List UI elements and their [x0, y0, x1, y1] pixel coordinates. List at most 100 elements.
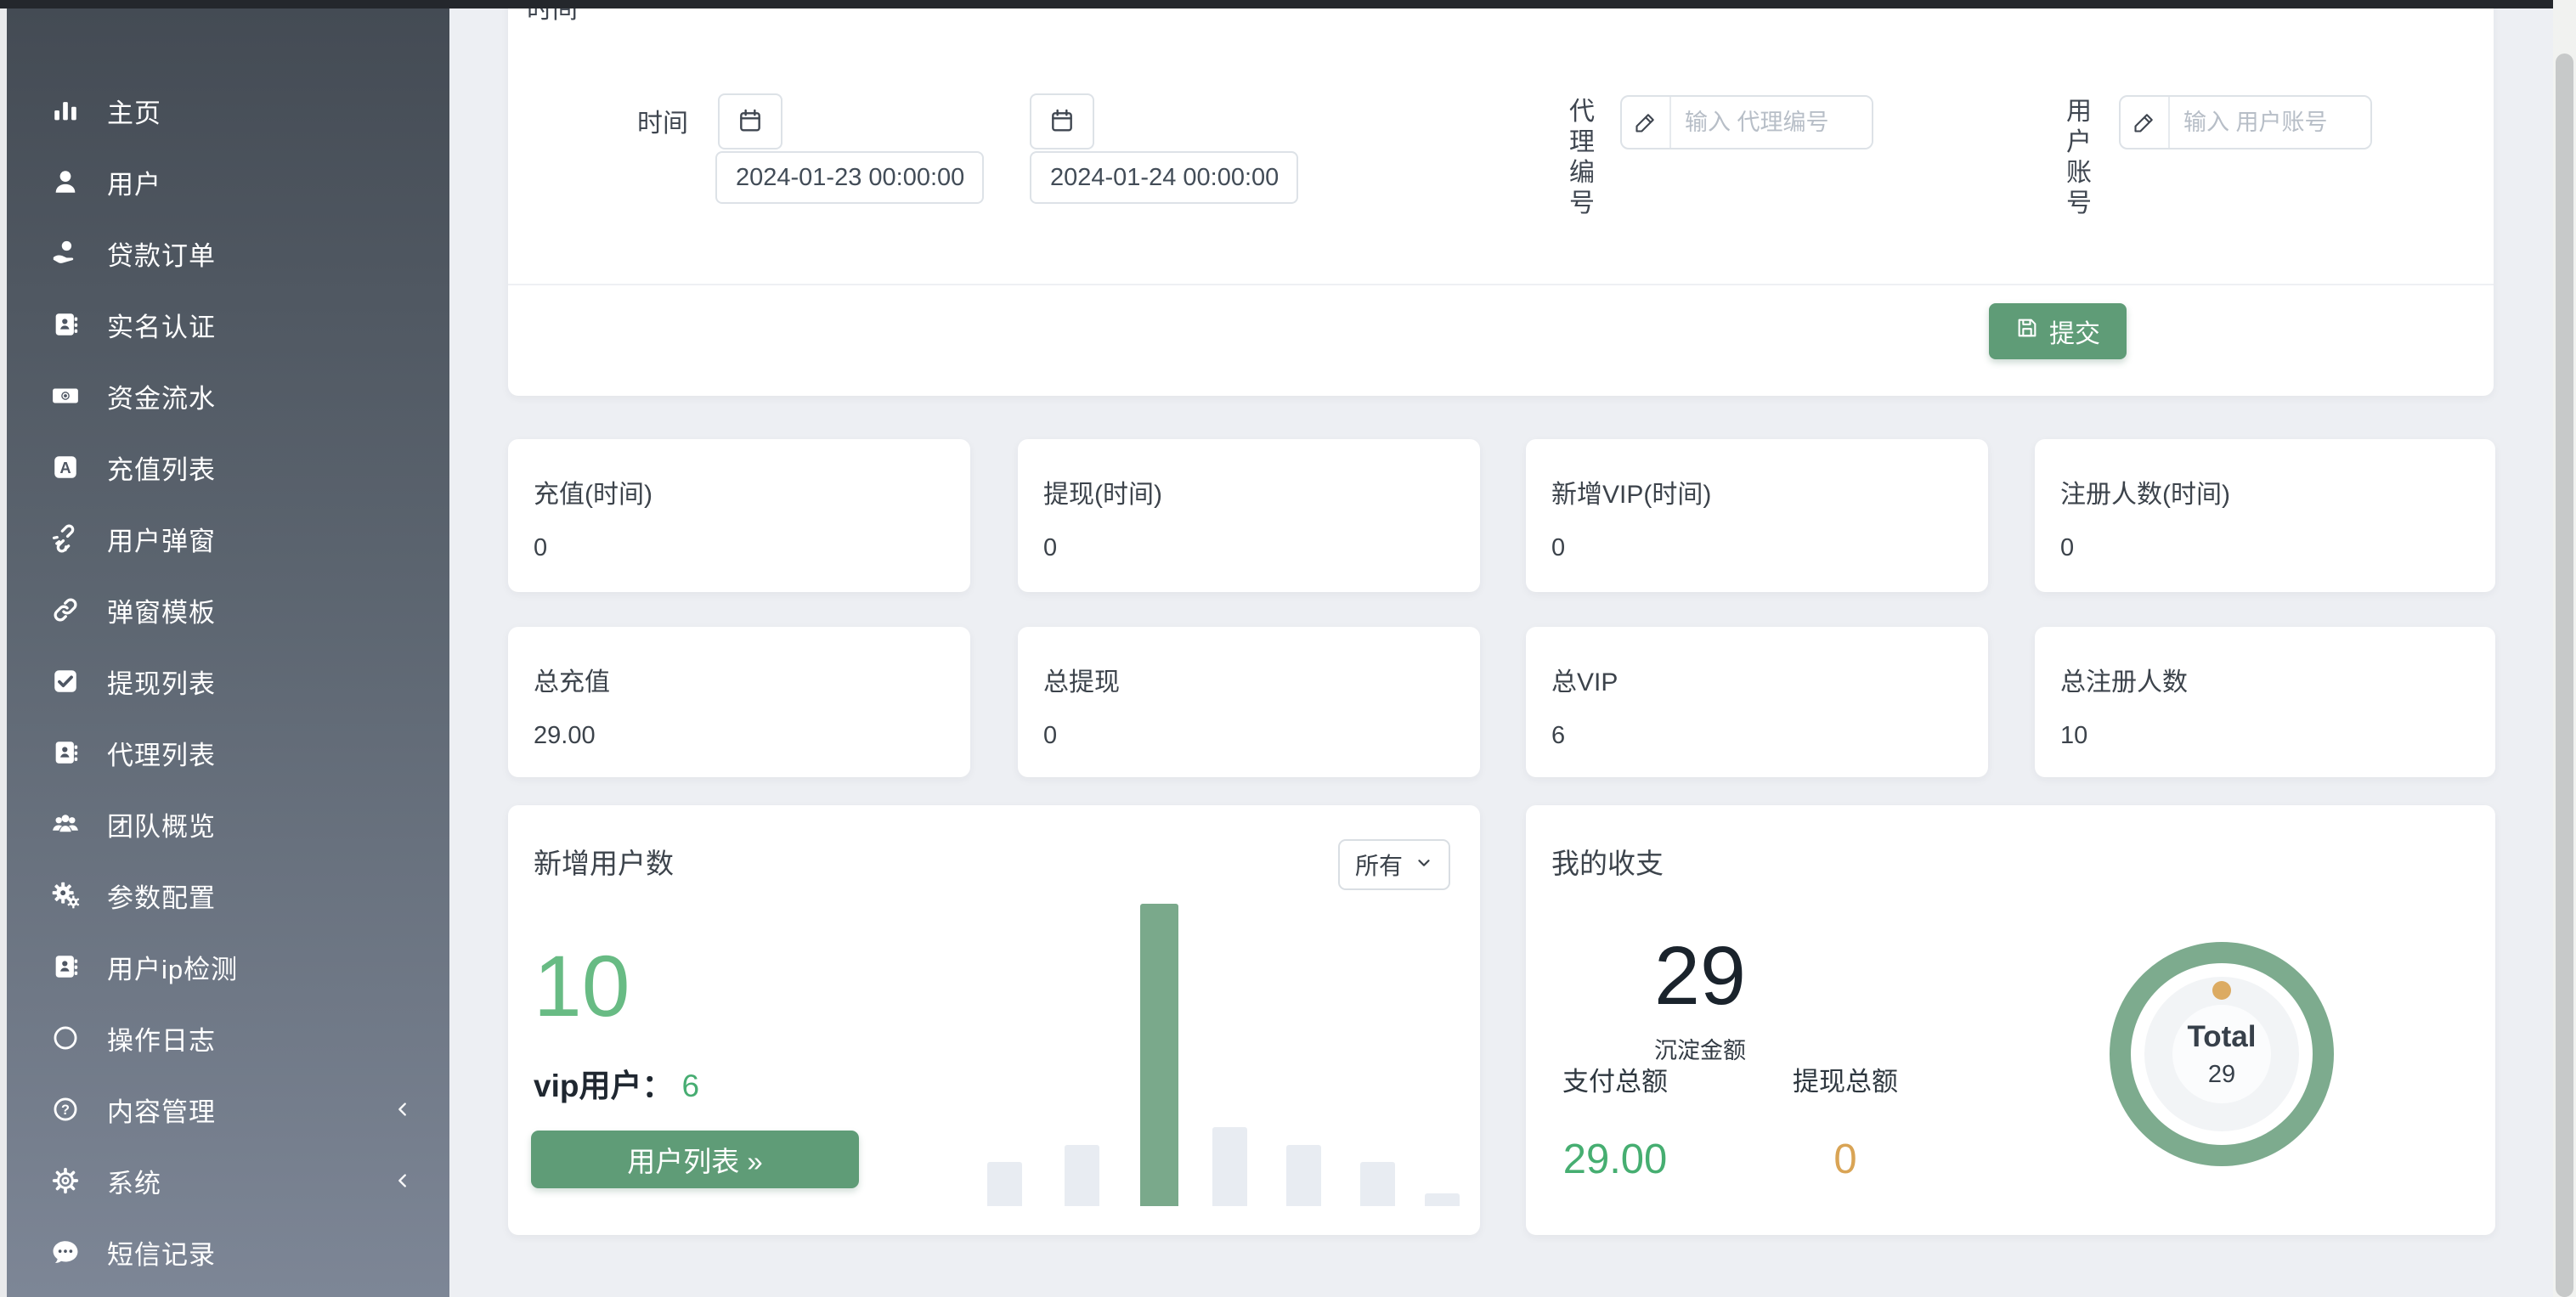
agent-id-input[interactable] [1671, 97, 1872, 148]
income-card: 我的收支 29 沉淀金额 支付总额 29.00 提现总额 0 Total 29 [1526, 805, 2495, 1235]
stat-title: 总注册人数 [2060, 661, 2188, 698]
bar-highlighted [1140, 904, 1178, 1206]
stat-title: 新增VIP(时间) [1551, 473, 1711, 510]
divider [508, 284, 2494, 285]
sidebar-item-9[interactable]: 提现列表 [0, 646, 449, 717]
cogs-icon [49, 879, 82, 911]
deposit-amount: 29 [1577, 934, 1823, 1017]
sidebar-item-label: 系统 [107, 1162, 161, 1200]
user-list-button[interactable]: 用户列表 » [531, 1131, 859, 1188]
time-filter-label: 时间 [590, 102, 688, 139]
stat-value: 0 [1043, 722, 1057, 750]
money-bill-icon [49, 380, 82, 412]
agent-id-group [1620, 95, 1873, 149]
scope-select[interactable]: 所有 [1338, 839, 1450, 890]
address-book-icon [49, 950, 82, 983]
sidebar-item-label: 用户弹窗 [107, 520, 216, 558]
date-from-picker-button[interactable] [718, 93, 782, 149]
check-square-icon [49, 665, 82, 697]
stat-period-card-2: 提现(时间)0 [1018, 439, 1480, 592]
stat-value: 0 [2060, 534, 2074, 562]
sidebar-item-4[interactable]: 实名认证 [0, 289, 449, 360]
stat-title: 总提现 [1043, 661, 1120, 698]
sidebar-item-label: 实名认证 [107, 306, 216, 344]
sidebar-item-1[interactable]: 主页 [0, 75, 449, 146]
sidebar-item-6[interactable]: A 充值列表 [0, 431, 449, 503]
sidebar-item-13[interactable]: 用户ip检测 [0, 931, 449, 1002]
square-a-icon: A [49, 451, 82, 483]
page-scrollbar-thumb[interactable] [2556, 54, 2573, 1297]
chart-bar-icon [49, 94, 82, 127]
bar [987, 1162, 1022, 1206]
user-account-label: 用户账号 [2066, 97, 2095, 219]
sidebar-item-2[interactable]: 用户 [0, 146, 449, 217]
user-account-group [2119, 95, 2372, 149]
vip-users-label: vip用户： [534, 1069, 673, 1103]
submit-button[interactable]: 提交 [1989, 303, 2127, 359]
stat-total-card-4: 总注册人数 10 [2035, 627, 2495, 777]
date-from-input[interactable] [715, 151, 984, 204]
donut-total-value: 29 [2208, 1061, 2235, 1089]
user-icon [49, 166, 82, 198]
pay-total-label: 支付总额 [1551, 1060, 1679, 1098]
sidebar-item-label: 资金流水 [107, 377, 216, 415]
save-icon [2015, 316, 2039, 347]
stat-value: 6 [1551, 722, 1565, 750]
stat-value: 0 [534, 534, 547, 562]
sidebar-item-label: 用户 [107, 163, 161, 201]
sidebar-item-14[interactable]: 操作日志 [0, 1002, 449, 1074]
stat-period-card-1: 充值(时间) 0 [508, 439, 970, 592]
withdraw-total-label: 提现总额 [1789, 1060, 1901, 1098]
date-to-picker-button[interactable] [1030, 93, 1094, 149]
sidebar-item-10[interactable]: 代理列表 [0, 717, 449, 788]
sidebar-item-label: 短信记录 [107, 1233, 216, 1272]
stat-period-card-4: 注册人数(时间)0 [2035, 439, 2495, 592]
window-top-edge [0, 0, 2553, 8]
sidebar-item-label: 用户ip检测 [107, 948, 238, 986]
sidebar-item-17[interactable]: 短信记录 [0, 1216, 449, 1288]
sidebar-item-label: 充值列表 [107, 448, 216, 487]
sidebar-item-3[interactable]: 贷款订单 [0, 217, 449, 289]
bar [1425, 1193, 1460, 1206]
stat-value: 0 [1043, 534, 1057, 562]
withdraw-total-block: 提现总额 0 [1789, 1060, 1901, 1183]
stat-title: 充值(时间) [534, 473, 652, 510]
svg-text:A: A [59, 459, 71, 477]
date-to-input[interactable] [1030, 151, 1298, 204]
sidebar-item-12[interactable]: 参数配置 [0, 860, 449, 931]
sidebar-menu: 主页用户贷款订单实名认证资金流水 A 充值列表用户弹窗弹窗模板提现列表代理列表团队概… [0, 8, 449, 1288]
sidebar-item-label: 参数配置 [107, 877, 216, 915]
sidebar-item-label: 提现列表 [107, 663, 216, 701]
user-account-input[interactable] [2170, 97, 2370, 148]
pay-total-block: 支付总额 29.00 [1551, 1060, 1679, 1183]
hand-holding-usd-icon [49, 237, 82, 269]
pencil-icon [1622, 97, 1671, 148]
circle-icon [49, 1022, 82, 1054]
sidebar-item-16[interactable]: 系统 [0, 1145, 449, 1216]
sidebar-item-label: 操作日志 [107, 1019, 216, 1057]
comment-dots-icon [49, 1236, 82, 1268]
bar [1212, 1127, 1247, 1206]
new-users-card: 新增用户数 所有 10 vip用户：6 用户列表 » [508, 805, 1480, 1235]
stat-title: 总VIP [1551, 661, 1618, 698]
stat-total-card-1: 总充值29.00 [508, 627, 970, 777]
sidebar-item-label: 贷款订单 [107, 234, 216, 273]
sidebar-item-11[interactable]: 团队概览 [0, 788, 449, 860]
sidebar-item-5[interactable]: 资金流水 [0, 360, 449, 431]
link-icon [49, 594, 82, 626]
sidebar-item-15[interactable]: ?内容管理 [0, 1074, 449, 1145]
stat-value: 10 [2060, 722, 2087, 750]
agent-id-label: 代理编号 [1569, 97, 1598, 219]
sidebar-scrollbar[interactable] [0, 8, 7, 1297]
address-book-icon [49, 736, 82, 769]
bar [1360, 1162, 1395, 1206]
new-users-title: 新增用户数 [534, 841, 674, 882]
submit-button-label: 提交 [2049, 313, 2100, 350]
stat-title: 总充值 [534, 661, 610, 698]
users-icon [49, 808, 82, 840]
page-scrollbar-track[interactable] [2553, 0, 2576, 1297]
sidebar-item-8[interactable]: 弹窗模板 [0, 574, 449, 646]
vip-users-value: 6 [681, 1069, 699, 1103]
question-circle-icon: ? [49, 1093, 82, 1125]
sidebar-item-7[interactable]: 用户弹窗 [0, 503, 449, 574]
